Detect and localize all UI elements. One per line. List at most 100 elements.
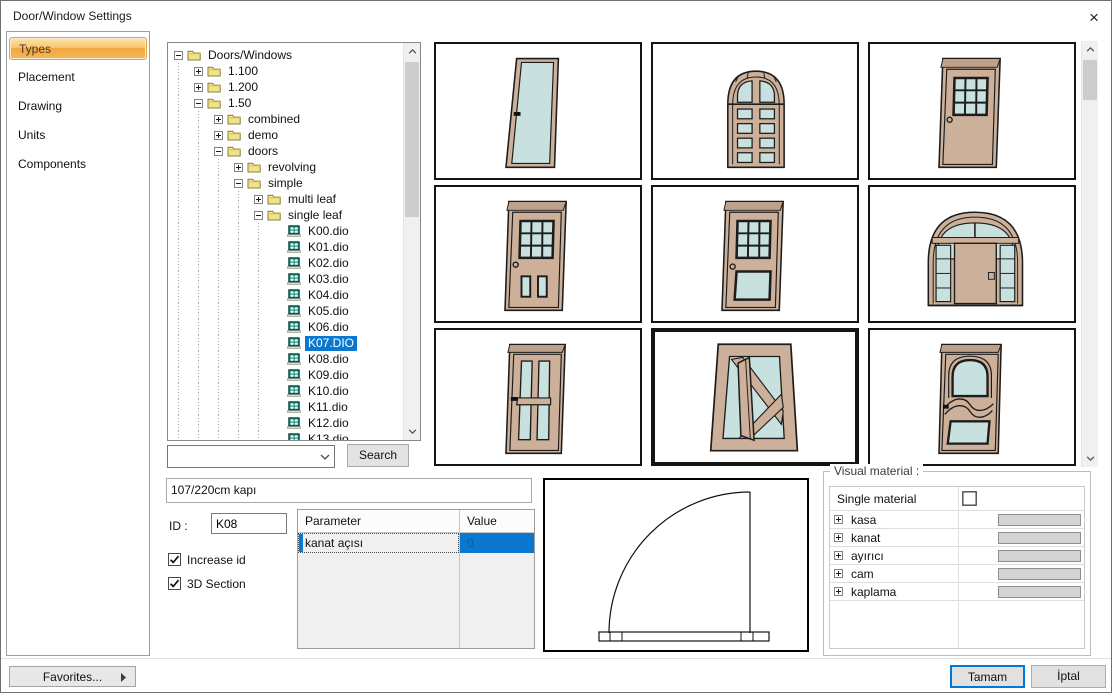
scrollbar-thumb[interactable]: [1083, 60, 1097, 100]
door-arched-grid[interactable]: [651, 42, 859, 180]
description-field[interactable]: 107/220cm kapı: [166, 478, 532, 503]
scroll-down-icon[interactable]: [1082, 450, 1098, 467]
preview-scrollbar[interactable]: [1081, 41, 1098, 467]
material-row-kaplama[interactable]: kaplama: [830, 583, 1084, 601]
material-row-kanat[interactable]: kanat: [830, 529, 1084, 547]
scroll-up-icon[interactable]: [404, 43, 420, 60]
tree-item-label: K01.dio: [305, 240, 352, 255]
sidebar-item-components[interactable]: Components: [9, 150, 147, 177]
material-color-button[interactable]: [998, 532, 1081, 544]
scroll-up-icon[interactable]: [1082, 41, 1098, 58]
tree-guide-line: [238, 255, 239, 271]
tree-item-demo[interactable]: demo: [168, 127, 403, 143]
door-arch-window[interactable]: [868, 328, 1076, 466]
checkbox-checked-icon[interactable]: [168, 577, 181, 590]
chevron-down-icon[interactable]: [316, 446, 334, 467]
collapse-icon[interactable]: [234, 179, 243, 188]
tree-item-doors-windows[interactable]: Doors/Windows: [168, 47, 403, 63]
door-panes-top[interactable]: [868, 42, 1076, 180]
folder-icon: [187, 49, 201, 61]
checkbox-label: 3D Section: [187, 577, 246, 591]
material-row-cam[interactable]: cam: [830, 565, 1084, 583]
material-row-ay-r-c[interactable]: ayırıcı: [830, 547, 1084, 565]
tree-item-1-100[interactable]: 1.100: [168, 63, 403, 79]
tree-item-single-leaf[interactable]: single leaf: [168, 207, 403, 223]
checkbox-3d-section[interactable]: 3D Section: [168, 576, 246, 591]
expand-icon[interactable]: [834, 515, 843, 524]
material-color-button[interactable]: [998, 568, 1081, 580]
search-combobox[interactable]: [167, 445, 335, 468]
tree-scrollbar[interactable]: [403, 43, 420, 440]
expand-icon[interactable]: [834, 551, 843, 560]
door-panes-glass-bottom[interactable]: [651, 185, 859, 323]
tree-item-k05-dio[interactable]: K05.dio: [168, 303, 403, 319]
search-button[interactable]: Search: [347, 444, 409, 467]
scroll-down-icon[interactable]: [404, 423, 420, 440]
parameter-row[interactable]: kanat açısı0: [298, 533, 534, 553]
close-icon[interactable]: ×: [1081, 5, 1107, 31]
tree-item-combined[interactable]: combined: [168, 111, 403, 127]
expand-icon[interactable]: [834, 533, 843, 542]
checkbox-checked-icon[interactable]: [168, 553, 181, 566]
expand-icon[interactable]: [834, 569, 843, 578]
id-input[interactable]: [211, 513, 287, 534]
cancel-button[interactable]: İptal: [1031, 665, 1106, 688]
tree-item-k03-dio[interactable]: K03.dio: [168, 271, 403, 287]
material-row-kasa[interactable]: kasa: [830, 511, 1084, 529]
favorites-button[interactable]: Favorites...: [9, 666, 136, 687]
door-two-strips[interactable]: [434, 328, 642, 466]
tree-item-k04-dio[interactable]: K04.dio: [168, 287, 403, 303]
tree-guide-line: [238, 335, 239, 351]
tree-item-k09-dio[interactable]: K09.dio: [168, 367, 403, 383]
collapse-icon[interactable]: [174, 51, 183, 60]
door-plain-glass[interactable]: [434, 42, 642, 180]
collapse-icon[interactable]: [194, 99, 203, 108]
ok-button[interactable]: Tamam: [950, 665, 1025, 688]
tree-item-doors[interactable]: doors: [168, 143, 403, 159]
material-value-cell: [958, 532, 1084, 544]
tree-item-k11-dio[interactable]: K11.dio: [168, 399, 403, 415]
tree-item-k01-dio[interactable]: K01.dio: [168, 239, 403, 255]
tree-item-k07-dio[interactable]: K07.DIO: [168, 335, 403, 351]
door-arched-entry[interactable]: [868, 185, 1076, 323]
tree-item-k13-dio[interactable]: K13.dio: [168, 431, 403, 440]
expand-icon[interactable]: [214, 131, 223, 140]
collapse-icon[interactable]: [214, 147, 223, 156]
expand-icon[interactable]: [834, 587, 843, 596]
expand-icon[interactable]: [194, 83, 203, 92]
sidebar-item-drawing[interactable]: Drawing: [9, 92, 147, 119]
expand-icon[interactable]: [214, 115, 223, 124]
folder-icon: [267, 209, 281, 221]
sidebar-item-units[interactable]: Units: [9, 121, 147, 148]
checkbox-increase-id[interactable]: Increase id: [168, 552, 246, 567]
tree-item-revolving[interactable]: revolving: [168, 159, 403, 175]
tree-item-k06-dio[interactable]: K06.dio: [168, 319, 403, 335]
plan-preview: [543, 478, 809, 652]
tree-item-1-200[interactable]: 1.200: [168, 79, 403, 95]
material-color-button[interactable]: [998, 550, 1081, 562]
tree-item-k02-dio[interactable]: K02.dio: [168, 255, 403, 271]
material-color-button[interactable]: [998, 514, 1081, 526]
tree-item-multi-leaf[interactable]: multi leaf: [168, 191, 403, 207]
sidebar-item-types[interactable]: Types: [9, 37, 147, 60]
door-panes-two-panels[interactable]: [434, 185, 642, 323]
tree-item-k12-dio[interactable]: K12.dio: [168, 415, 403, 431]
tree-item-k08-dio[interactable]: K08.dio: [168, 351, 403, 367]
scrollbar-thumb[interactable]: [405, 62, 419, 217]
single-material-row[interactable]: Single material: [830, 487, 1084, 511]
parameter-value[interactable]: 0: [459, 533, 534, 553]
expand-icon[interactable]: [234, 163, 243, 172]
expand-icon[interactable]: [254, 195, 263, 204]
single-material-checkbox[interactable]: [962, 491, 977, 506]
door-open-diagonal[interactable]: [651, 328, 859, 466]
sidebar-item-placement[interactable]: Placement: [9, 63, 147, 90]
collapse-icon[interactable]: [254, 211, 263, 220]
tree-guide-line: [258, 319, 259, 335]
expand-icon[interactable]: [194, 67, 203, 76]
material-color-button[interactable]: [998, 586, 1081, 598]
tree-item-simple[interactable]: simple: [168, 175, 403, 191]
tree-item-k00-dio[interactable]: K00.dio: [168, 223, 403, 239]
tree-item-1-50[interactable]: 1.50: [168, 95, 403, 111]
tree-item-k10-dio[interactable]: K10.dio: [168, 383, 403, 399]
search-input[interactable]: [168, 446, 316, 467]
